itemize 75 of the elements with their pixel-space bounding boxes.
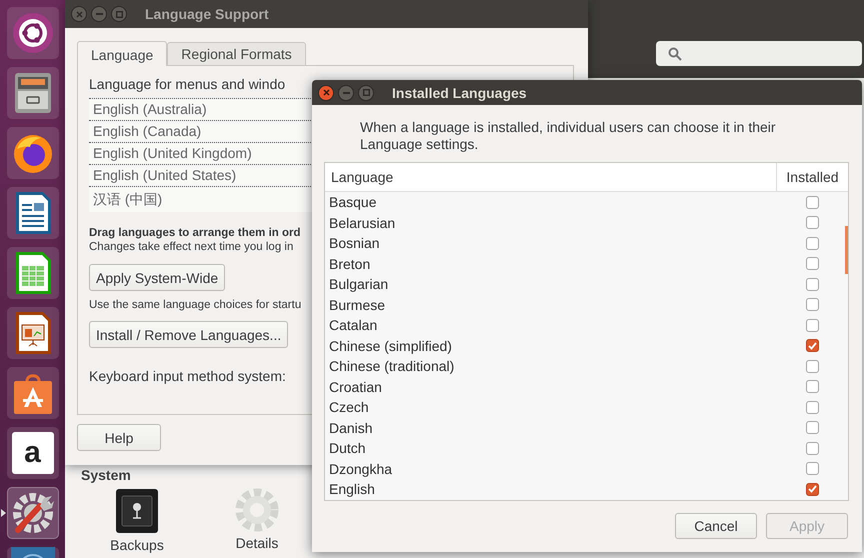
checkbox[interactable] <box>806 278 819 291</box>
description-text: When a language is installed, individual users can choose it in their Language settings. <box>359 118 777 150</box>
language-name: Dutch <box>328 440 367 456</box>
checkbox[interactable] <box>806 196 819 209</box>
dialog-title: Installed Languages <box>392 84 527 100</box>
hint-text: Changes take effect next time you log in <box>89 240 294 254</box>
checkbox[interactable] <box>806 360 819 373</box>
section-label: Language for menus and windo <box>89 76 286 92</box>
language-name: Bosnian <box>328 235 381 252</box>
section-heading: System <box>81 467 131 483</box>
tab[interactable]: Regional Formats <box>167 42 306 65</box>
maximize-icon <box>116 10 122 18</box>
language-name: Chinese (traditional) <box>328 358 456 374</box>
gear-icon <box>234 487 280 533</box>
language-name: Bulgarian <box>328 276 390 292</box>
circle-of-friends-icon <box>10 11 54 55</box>
window-title: Language Support <box>145 6 269 22</box>
launcher-item[interactable] <box>6 187 58 239</box>
launcher-item[interactable] <box>6 367 58 419</box>
close-icon <box>76 10 82 18</box>
launcher-item[interactable] <box>6 247 58 299</box>
file-cabinet-icon <box>12 71 52 115</box>
checkbox[interactable] <box>806 421 819 434</box>
checkbox[interactable] <box>806 462 819 476</box>
minimize-button[interactable] <box>91 6 107 22</box>
maximize-button[interactable] <box>111 6 127 22</box>
help-button[interactable]: Help <box>77 424 161 451</box>
launcher-item[interactable] <box>6 67 58 119</box>
minimize-icon <box>342 92 350 94</box>
settings-item-label[interactable]: Details <box>236 535 278 551</box>
language-name: Chinese (simplified) <box>328 338 453 354</box>
checkbox[interactable] <box>806 442 819 455</box>
scrollbar-thumb[interactable] <box>845 226 848 274</box>
apply-system-wide-button[interactable]: Apply System-Wide <box>89 264 226 291</box>
maximize-button[interactable] <box>358 84 374 100</box>
install-remove-button[interactable]: Install / Remove Languages... <box>89 321 288 348</box>
language-name: Basque <box>328 194 378 210</box>
column-header[interactable]: Language <box>325 169 776 185</box>
language-name: Croatian <box>328 378 383 395</box>
minimize-button[interactable] <box>338 84 354 100</box>
checkbox[interactable] <box>806 380 819 394</box>
launcher-item[interactable] <box>6 7 58 59</box>
language-name: Burmese <box>328 296 386 313</box>
checkbox[interactable] <box>806 216 819 230</box>
note-text: Use the same language choices for startu <box>89 299 302 311</box>
checkbox[interactable] <box>806 298 819 312</box>
tab[interactable]: Language <box>77 41 168 66</box>
dialog-button[interactable]: Cancel <box>675 513 757 539</box>
maximize-icon <box>362 89 370 96</box>
language-name: Belarusian <box>328 214 396 231</box>
settings-item-label[interactable]: Backups <box>110 537 164 553</box>
column-header[interactable]: Installed <box>776 163 848 191</box>
checkbox[interactable] <box>806 400 819 414</box>
language-name: Catalan <box>328 317 378 334</box>
language-name: English <box>328 481 376 498</box>
minimize-icon <box>96 13 102 15</box>
launcher-item[interactable] <box>6 307 58 359</box>
launcher-item[interactable] <box>6 127 58 179</box>
checkbox[interactable] <box>806 339 819 352</box>
search-field[interactable] <box>656 41 862 66</box>
search-icon <box>668 46 682 60</box>
close-button[interactable] <box>318 84 334 100</box>
close-icon <box>322 89 330 96</box>
language-name: Dzongkha <box>328 460 394 477</box>
checkbox[interactable] <box>806 257 819 270</box>
checkbox[interactable] <box>806 318 819 332</box>
safe-icon <box>113 487 161 535</box>
field-label: Keyboard input method system: <box>89 368 286 384</box>
language-name: Czech <box>328 399 370 416</box>
checkbox[interactable] <box>806 236 819 250</box>
language-name: Danish <box>328 420 374 436</box>
checkbox[interactable] <box>806 482 819 496</box>
hint-text: Drag languages to arrange them in ord <box>89 226 301 240</box>
language-name: Breton <box>328 256 372 272</box>
close-button[interactable] <box>71 6 87 22</box>
